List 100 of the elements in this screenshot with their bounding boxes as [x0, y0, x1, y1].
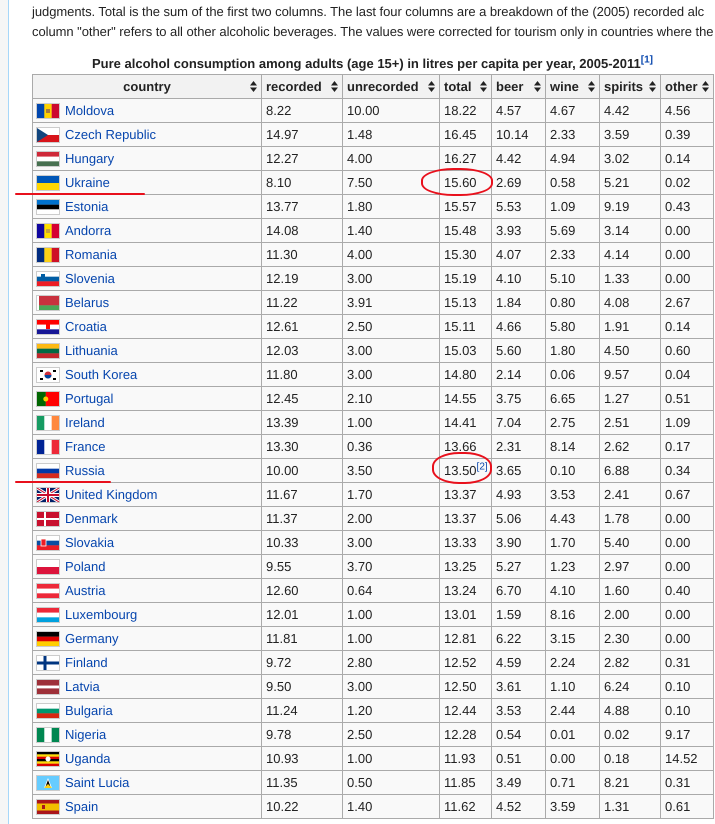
flag-icon — [36, 774, 60, 790]
table-cell: 9.55 — [266, 559, 292, 574]
country-link[interactable]: Lithuania — [65, 343, 118, 358]
table-cell: 0.71 — [550, 775, 576, 790]
table-cell: 4.57 — [496, 103, 522, 118]
flag-icon — [36, 270, 60, 286]
table-cell: 3.90 — [496, 535, 522, 550]
table-cell: 10.00 — [347, 103, 380, 118]
country-link[interactable]: Ireland — [65, 415, 105, 430]
country-link[interactable]: Spain — [65, 799, 98, 814]
table-cell: 1.20 — [347, 703, 372, 718]
country-link[interactable]: Estonia — [65, 199, 108, 214]
table-cell: 0.39 — [665, 127, 690, 142]
country-link[interactable]: Romania — [65, 247, 118, 262]
table-cell: 11.22 — [266, 295, 298, 310]
table-cell: 13.25 — [444, 559, 477, 574]
table-cell: 15.11 — [444, 319, 476, 334]
table-cell: 13.30 — [266, 439, 299, 454]
table-cell: 5.60 — [496, 343, 522, 358]
country-link[interactable]: Nigeria — [65, 727, 106, 742]
country-link[interactable]: Luxembourg — [65, 607, 138, 622]
table-cell: 0.10 — [665, 703, 690, 718]
table-cell: 0.40 — [665, 583, 690, 598]
table-cell: 0.02 — [665, 175, 690, 190]
table-cell: 0.14 — [665, 319, 690, 334]
sort-icon[interactable] — [702, 81, 709, 92]
table-cell: 0.51 — [665, 391, 690, 406]
country-link[interactable]: Uganda — [65, 751, 111, 766]
table-cell: 12.19 — [266, 271, 299, 286]
country-link[interactable]: Russia — [65, 463, 105, 478]
table-cell: 1.40 — [347, 223, 372, 238]
table-cell: 4.56 — [665, 103, 690, 118]
table-cell: 15.60 — [444, 175, 477, 190]
flag-icon — [36, 366, 60, 382]
country-link[interactable]: Belarus — [65, 295, 110, 310]
table-cell: 2.50 — [347, 319, 372, 334]
sort-icon[interactable] — [250, 81, 257, 92]
country-link[interactable]: Finland — [65, 655, 108, 670]
country-link[interactable]: France — [65, 439, 106, 454]
table-cell: 13.24 — [444, 583, 477, 598]
table-cell: 3.00 — [347, 535, 372, 550]
table-cell: 5.40 — [604, 535, 630, 550]
flag-icon — [36, 726, 60, 742]
flag-icon — [36, 414, 60, 430]
table-cell: 3.59 — [550, 799, 576, 814]
sort-icon[interactable] — [534, 81, 541, 92]
table-cell: 13.50 — [444, 463, 477, 478]
flag-icon — [36, 558, 60, 574]
table-cell: 12.03 — [266, 343, 299, 358]
table-cell: 5.53 — [496, 199, 522, 214]
flag-icon — [36, 246, 60, 262]
table-cell: 7.50 — [347, 175, 372, 190]
country-link[interactable]: Moldova — [65, 103, 114, 118]
country-link[interactable]: Bulgaria — [65, 703, 113, 718]
country-link[interactable]: Germany — [65, 631, 118, 646]
table-cell: 3.02 — [604, 151, 630, 166]
table-cell: 13.77 — [266, 199, 299, 214]
table-cell: 11.67 — [266, 487, 298, 502]
sort-icon[interactable] — [480, 81, 487, 92]
country-link[interactable]: South Korea — [65, 367, 138, 382]
table-cell: 0.51 — [496, 751, 522, 766]
table-cell: 2.82 — [604, 655, 630, 670]
table-cell: 15.30 — [444, 247, 477, 262]
table-cell: 13.37 — [444, 511, 477, 526]
country-link[interactable]: Austria — [65, 583, 106, 598]
table-cell: 4.10 — [496, 271, 522, 286]
sort-icon[interactable] — [428, 81, 435, 92]
table-cell: 0.18 — [604, 751, 630, 766]
table-cell: 8.21 — [604, 775, 630, 790]
sort-icon[interactable] — [649, 81, 656, 92]
country-link[interactable]: Poland — [65, 559, 106, 574]
intro-text: column "other" refers to all other alcoholic beverages. The values were corrected for tourism only in countries where the — [32, 23, 714, 41]
table-cell: 5.10 — [550, 271, 576, 286]
sort-icon[interactable] — [588, 81, 595, 92]
country-link[interactable]: Portugal — [65, 391, 114, 406]
flag-icon — [36, 150, 60, 166]
country-link[interactable]: Croatia — [65, 319, 107, 334]
table-cell: 2.41 — [604, 487, 630, 502]
footnote-link[interactable]: [2] — [476, 463, 488, 478]
country-link[interactable]: Hungary — [65, 151, 114, 166]
table-cell: 4.94 — [550, 151, 576, 166]
table-cell: 11.85 — [444, 775, 476, 790]
country-link[interactable]: Denmark — [65, 511, 118, 526]
country-link[interactable]: Slovenia — [65, 271, 115, 286]
flag-icon — [36, 462, 60, 478]
table-cell: 1.40 — [347, 799, 372, 814]
country-link[interactable]: Latvia — [65, 679, 100, 694]
country-link[interactable]: Slovakia — [65, 535, 114, 550]
table-cell: 15.48 — [444, 223, 477, 238]
country-link[interactable]: Saint Lucia — [65, 775, 130, 790]
sort-icon[interactable] — [331, 81, 338, 92]
flag-icon — [36, 342, 60, 358]
table-cell: 0.00 — [665, 247, 690, 262]
table-cell: 1.70 — [550, 535, 576, 550]
country-link[interactable]: Andorra — [65, 223, 112, 238]
footnote-link[interactable]: [1] — [640, 56, 653, 71]
table-cell: 15.19 — [444, 271, 477, 286]
table-cell: 1.60 — [604, 583, 630, 598]
country-link[interactable]: Ukraine — [65, 175, 110, 190]
flag-icon — [36, 318, 60, 334]
